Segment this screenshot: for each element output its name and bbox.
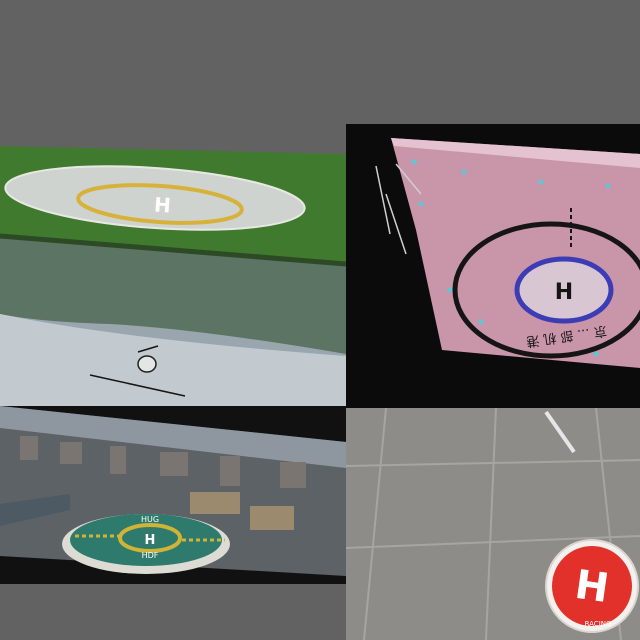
lakeside-helipad-photo: H: [0, 124, 346, 406]
helipad-h-marking: H: [145, 533, 156, 548]
city-rooftop-scene: H HUG HDF: [0, 406, 346, 576]
pink-rooftop-helipad-photo: H 京 ... 部 机 港: [346, 124, 640, 408]
helipad-h-marking: H: [555, 280, 573, 305]
helipad-text-bottom: HDF: [142, 551, 159, 560]
landing-mat-text: RACING: [585, 620, 612, 628]
pink-rooftop-scene: H 京 ... 部 机 港: [375, 138, 640, 368]
city-rooftop-helipad-photo: H HUG HDF: [0, 406, 346, 584]
tiled-floor-scene: H RACING: [346, 408, 640, 640]
lakeside-helipad-scene: H: [0, 124, 346, 406]
landing-mat-h-marking: H: [572, 562, 612, 612]
helipad-text-top: HUG: [141, 515, 159, 524]
helipad-h-marking: H: [153, 192, 171, 217]
landing-pad-mat-photo: H RACING: [346, 408, 640, 640]
